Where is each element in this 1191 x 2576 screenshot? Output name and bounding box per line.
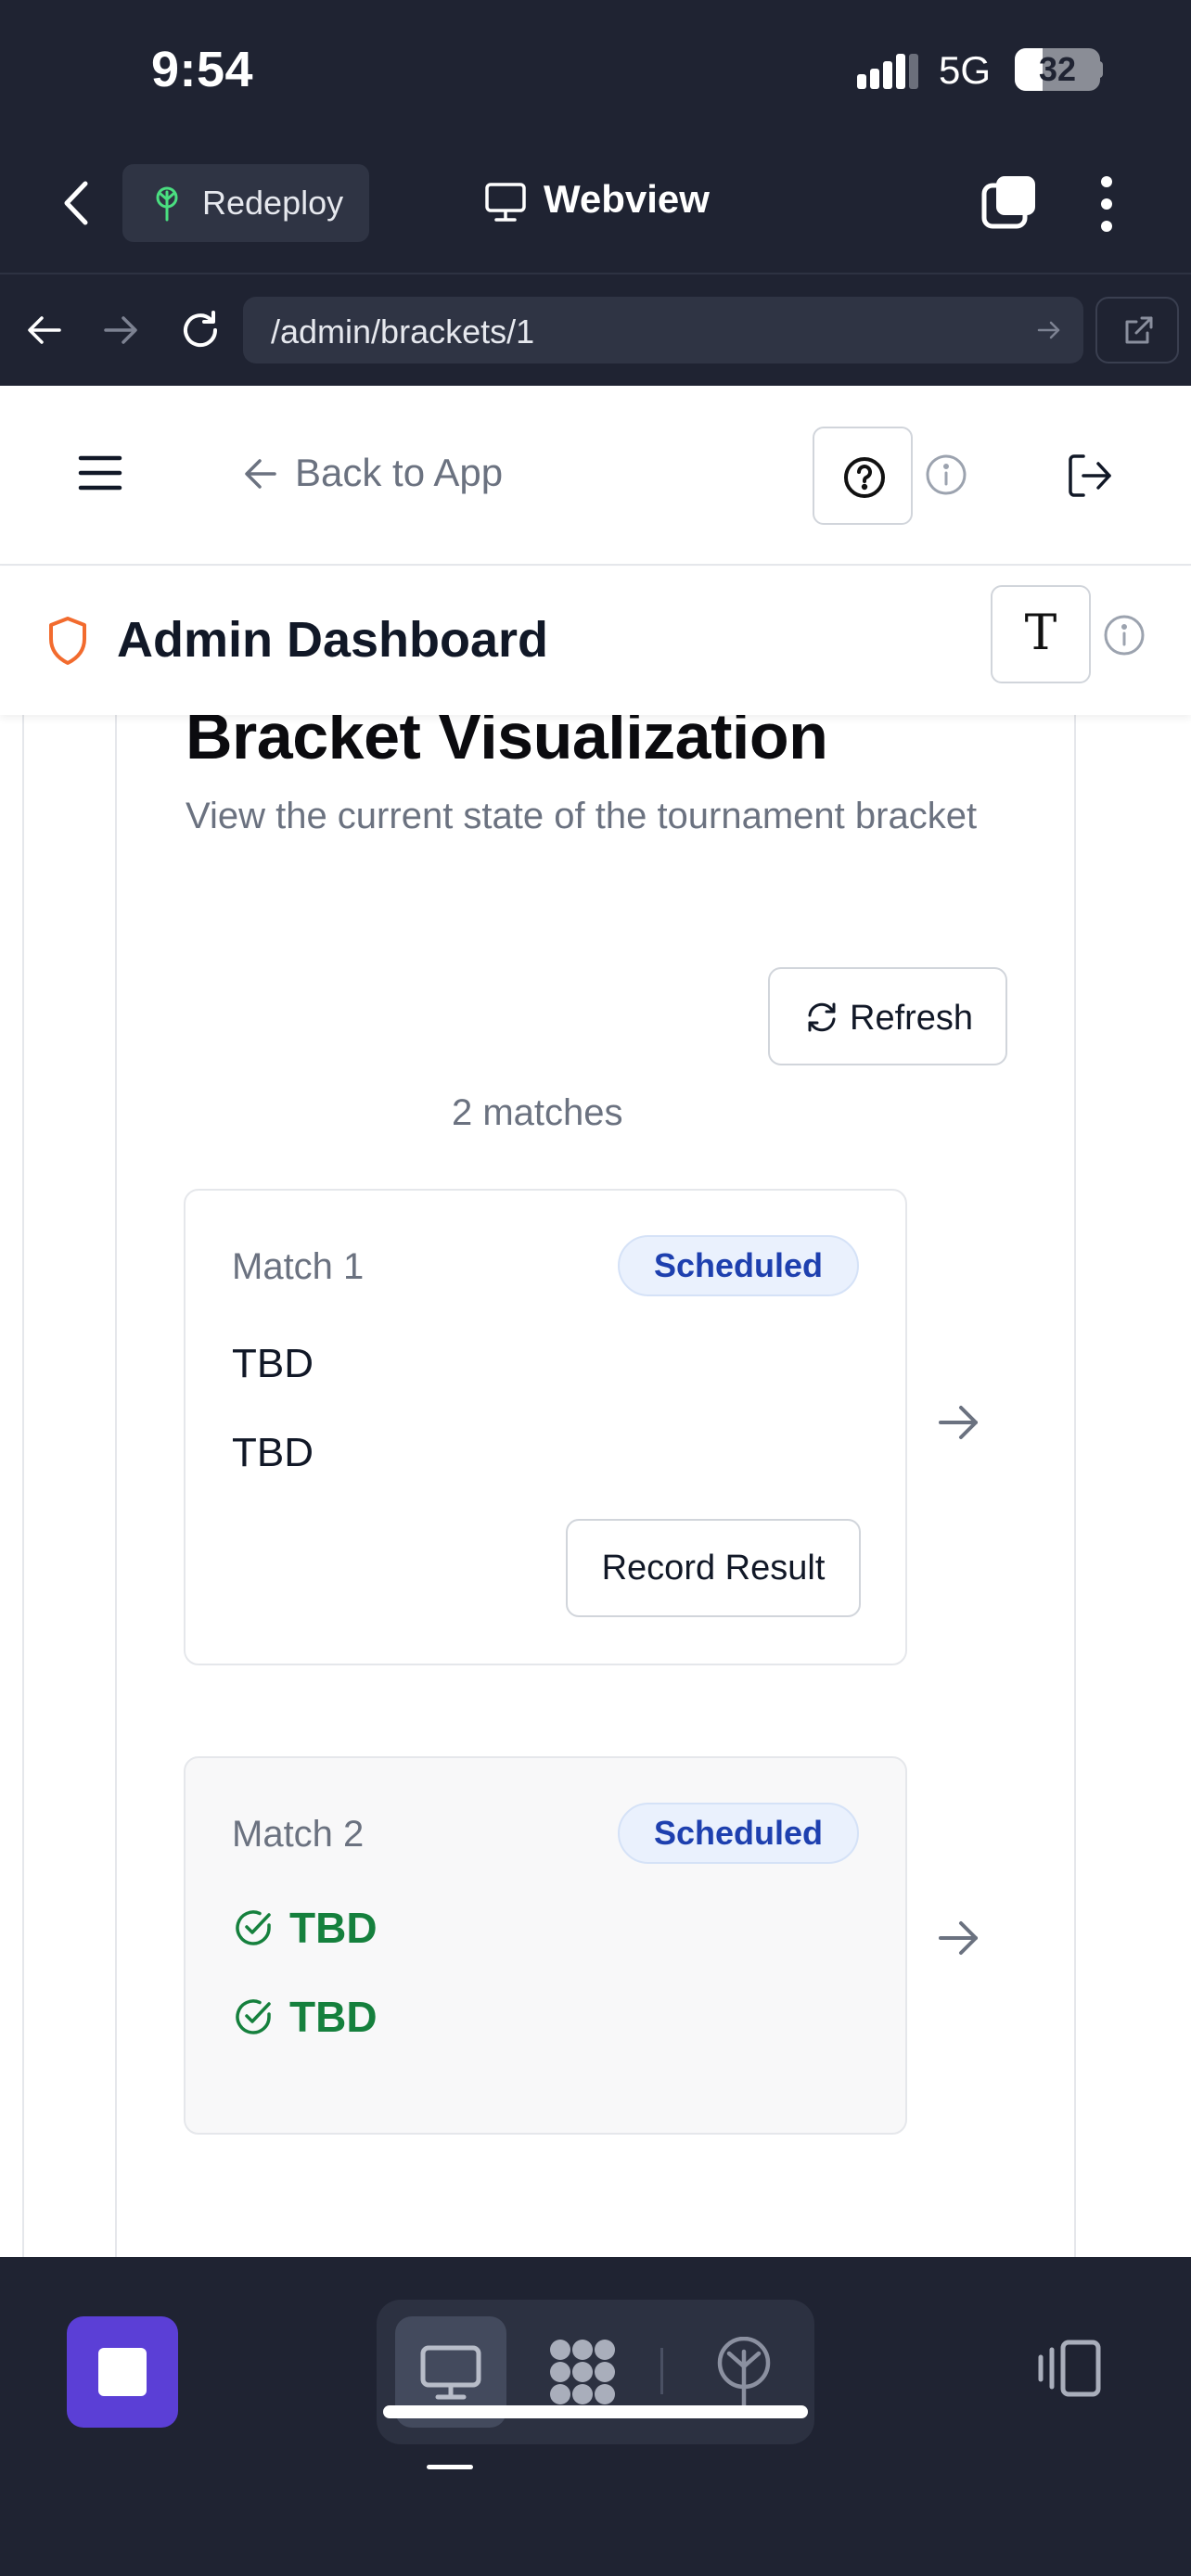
battery-icon: 32: [1015, 48, 1100, 91]
stop-icon: [98, 2348, 147, 2396]
font-size-button[interactable]: T: [991, 585, 1091, 683]
match-name: Match 1: [232, 1246, 365, 1287]
tabs-icon[interactable]: [981, 174, 1039, 230]
webview-label[interactable]: Webview: [544, 177, 710, 222]
back-to-app-link[interactable]: Back to App: [295, 451, 503, 495]
menu-icon[interactable]: [78, 454, 122, 491]
check-circle-icon: [232, 1996, 275, 2038]
team-1: TBD: [232, 1341, 314, 1386]
home-indicator: [383, 2405, 808, 2418]
tree-icon: [148, 185, 186, 222]
page-subtitle: View the current state of the tournament…: [186, 796, 978, 836]
chevron-left-icon[interactable]: [58, 180, 95, 226]
redeploy-label: Redeploy: [202, 184, 344, 222]
help-circle-icon: [842, 455, 887, 500]
help-button[interactable]: [813, 427, 913, 525]
back-arrow-icon[interactable]: [26, 313, 63, 347]
url-row: /admin/brackets/1: [0, 274, 1191, 386]
check-circle-icon: [232, 1906, 275, 1949]
team-2: TBD: [232, 1430, 314, 1475]
match-card[interactable]: Match 1 Scheduled TBD TBD Record Result: [184, 1189, 907, 1665]
external-link-icon: [1121, 314, 1155, 348]
match-card[interactable]: Match 2 Scheduled TBD TBD: [184, 1756, 907, 2135]
monitor-icon: [419, 2344, 482, 2402]
admin-bar: Admin Dashboard T: [0, 567, 1191, 715]
shield-icon: [46, 616, 89, 666]
grid-icon[interactable]: [547, 2337, 618, 2407]
status-badge: Scheduled: [618, 1803, 859, 1864]
status-badge: Scheduled: [618, 1235, 859, 1296]
network-type: 5G: [939, 48, 992, 92]
logout-icon[interactable]: [1067, 453, 1115, 499]
bottom-toolbar: [0, 2257, 1191, 2576]
active-tab-indicator: [427, 2465, 473, 2469]
arrow-right-icon: [937, 1402, 981, 1443]
battery-percent: 32: [1038, 50, 1077, 88]
web-content: Bracket Visualization View the current s…: [0, 386, 1191, 2257]
open-external-button[interactable]: [1095, 297, 1179, 363]
arrow-right-icon: [937, 1918, 981, 1958]
match-count: 2 matches: [452, 1092, 623, 1133]
refresh-label: Refresh: [850, 999, 974, 1038]
battery-nub: [1097, 61, 1103, 78]
info-icon[interactable]: [1102, 613, 1146, 657]
go-arrow-icon[interactable]: [1037, 319, 1061, 341]
web-header: Back to App: [0, 386, 1191, 566]
team-2-row: TBD: [232, 1992, 378, 2042]
divider: [660, 2348, 663, 2394]
redeploy-button[interactable]: Redeploy: [122, 164, 369, 242]
device-rotate-icon[interactable]: [1035, 2339, 1102, 2398]
team-1-row: TBD: [232, 1903, 378, 1953]
monitor-icon: [484, 182, 527, 223]
team-2: TBD: [289, 1993, 378, 2041]
record-result-button[interactable]: Record Result: [566, 1519, 861, 1617]
tree-icon[interactable]: [714, 2337, 774, 2407]
admin-title: Admin Dashboard: [117, 612, 549, 668]
app-bar: Redeploy Webview: [0, 139, 1191, 274]
match-name: Match 2: [232, 1814, 365, 1855]
status-bar: 9:54 5G 32: [0, 0, 1191, 139]
more-vertical-icon[interactable]: [1099, 174, 1114, 234]
view-switcher: [377, 2300, 814, 2444]
forward-arrow-icon[interactable]: [102, 313, 139, 347]
arrow-left-icon[interactable]: [243, 456, 278, 491]
refresh-icon: [805, 1001, 839, 1034]
signal-icon: [857, 54, 920, 91]
url-text: /admin/brackets/1: [271, 312, 535, 351]
stop-button[interactable]: [67, 2316, 178, 2428]
clock: 9:54: [151, 42, 254, 97]
refresh-button[interactable]: Refresh: [768, 967, 1007, 1065]
team-1: TBD: [289, 1904, 378, 1952]
reload-icon[interactable]: [180, 310, 223, 352]
info-icon[interactable]: [924, 453, 968, 497]
url-field[interactable]: /admin/brackets/1: [243, 297, 1083, 363]
